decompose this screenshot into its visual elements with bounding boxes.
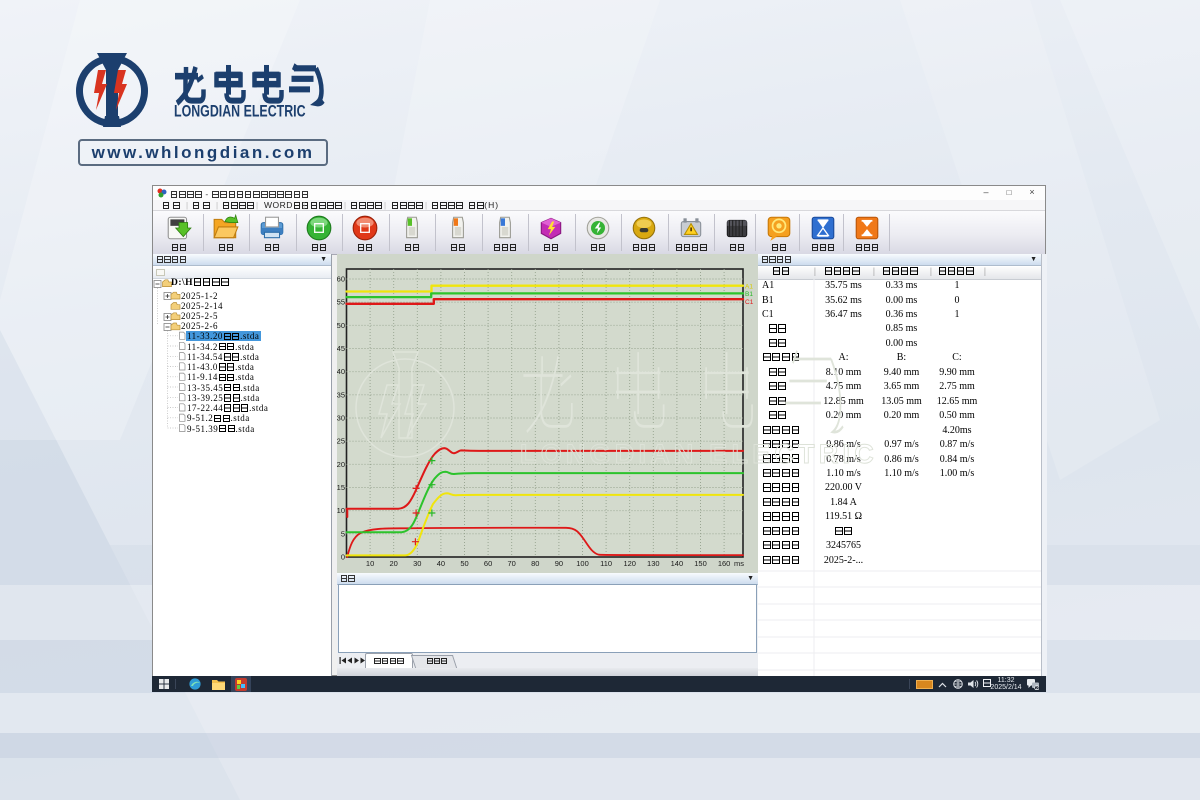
svg-text:10: 10	[337, 506, 345, 515]
svg-text:20: 20	[390, 559, 398, 568]
svg-text:15: 15	[337, 483, 345, 492]
svg-text:70: 70	[508, 559, 516, 568]
svg-text:B1: B1	[745, 291, 753, 298]
svg-text:80: 80	[531, 559, 539, 568]
svg-text:40: 40	[437, 559, 445, 568]
svg-text:130: 130	[647, 559, 660, 568]
svg-text:30: 30	[337, 414, 345, 423]
svg-text:110: 110	[600, 559, 612, 568]
svg-text:0: 0	[341, 553, 345, 562]
svg-text:25: 25	[337, 437, 345, 446]
svg-text:60: 60	[337, 275, 345, 284]
svg-text:90: 90	[555, 559, 563, 568]
svg-text:5: 5	[341, 529, 345, 538]
svg-text:160: 160	[718, 559, 731, 568]
svg-text:10: 10	[366, 559, 374, 568]
svg-text:30: 30	[413, 559, 421, 568]
svg-text:100: 100	[576, 559, 589, 568]
svg-text:60: 60	[484, 559, 492, 568]
svg-text:20: 20	[337, 460, 345, 469]
svg-text:50: 50	[337, 321, 345, 330]
svg-text:C1: C1	[745, 299, 754, 306]
svg-text:55: 55	[337, 298, 345, 307]
svg-text:45: 45	[337, 344, 345, 353]
svg-text:140: 140	[671, 559, 684, 568]
svg-text:150: 150	[694, 559, 707, 568]
svg-text:120: 120	[623, 559, 636, 568]
svg-text:40: 40	[337, 367, 345, 376]
svg-text:ms: ms	[734, 559, 744, 568]
svg-text:35: 35	[337, 390, 345, 399]
svg-text:50: 50	[460, 559, 468, 568]
svg-text:A1: A1	[745, 284, 753, 291]
